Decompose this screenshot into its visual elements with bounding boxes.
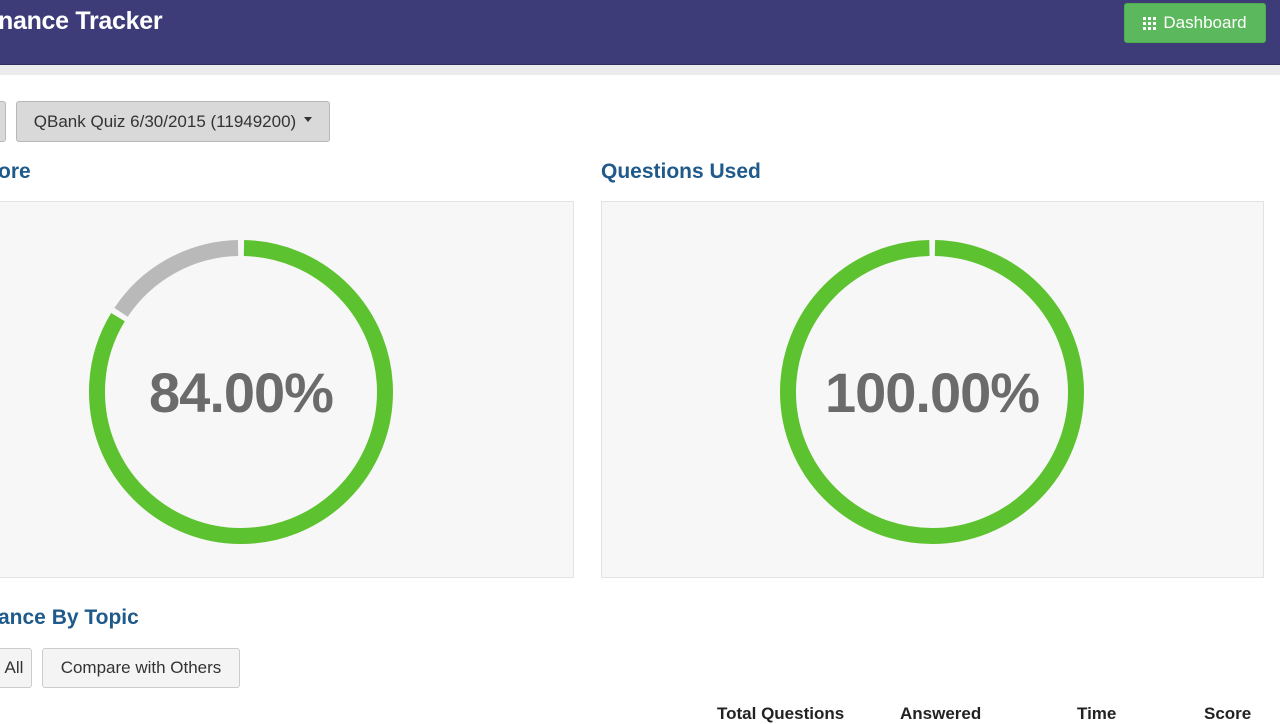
dashboard-button[interactable]: Dashboard xyxy=(1124,3,1266,43)
grid-icon xyxy=(1143,16,1157,30)
column-header-time[interactable]: Time xyxy=(1077,704,1116,724)
quiz-select-value: QBank Quiz 6/30/2015 (11949200) xyxy=(33,111,297,131)
questions-used-heading: Questions Used xyxy=(601,160,761,183)
score-ring: 84.00% xyxy=(85,236,397,548)
show-all-button[interactable]: All xyxy=(0,648,32,688)
previous-quiz-button[interactable] xyxy=(0,101,6,142)
topic-heading: ance By Topic xyxy=(0,606,139,629)
app-header: nance Tracker Dashboard xyxy=(0,0,1280,65)
questions-used-value: 100.00% xyxy=(824,360,1040,424)
questions-used-panel: 100.00% xyxy=(601,201,1264,578)
quiz-select-dropdown[interactable]: QBank Quiz 6/30/2015 (11949200) xyxy=(16,101,330,142)
dashboard-button-label: Dashboard xyxy=(1163,13,1247,32)
questions-used-ring: 100.00% xyxy=(776,236,1088,548)
column-header-score[interactable]: Score xyxy=(1204,704,1251,724)
compare-label: Compare with Others xyxy=(60,658,222,677)
show-all-label: All xyxy=(4,658,24,677)
score-panel: 84.00% xyxy=(0,201,574,578)
app-title: nance Tracker xyxy=(0,7,163,35)
column-header-answered[interactable]: Answered xyxy=(900,704,981,724)
score-heading: ore xyxy=(0,160,31,183)
score-value: 84.00% xyxy=(149,360,334,424)
header-subbar xyxy=(0,65,1280,75)
caret-down-icon xyxy=(304,117,313,122)
column-header-total-questions[interactable]: Total Questions xyxy=(717,704,844,724)
compare-with-others-button[interactable]: Compare with Others xyxy=(42,648,240,688)
